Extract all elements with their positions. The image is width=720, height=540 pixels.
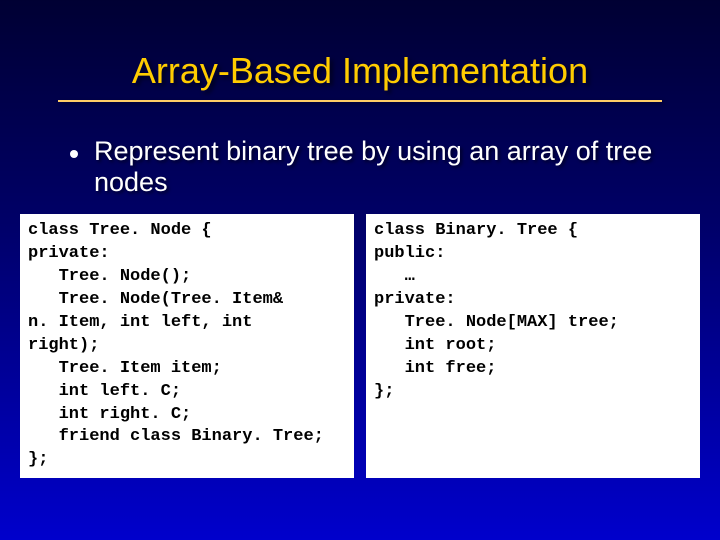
bullet-text: Represent binary tree by using an array … [94, 136, 660, 198]
code-block-right: class Binary. Tree { public: … private: … [366, 214, 700, 478]
code-block-left: class Tree. Node { private: Tree. Node()… [20, 214, 354, 478]
bullet-item: Represent binary tree by using an array … [70, 136, 660, 198]
title-underline [58, 100, 662, 102]
bullet-dot-icon [70, 150, 78, 158]
slide-title: Array-Based Implementation [0, 0, 720, 92]
code-container: class Tree. Node { private: Tree. Node()… [20, 214, 700, 478]
